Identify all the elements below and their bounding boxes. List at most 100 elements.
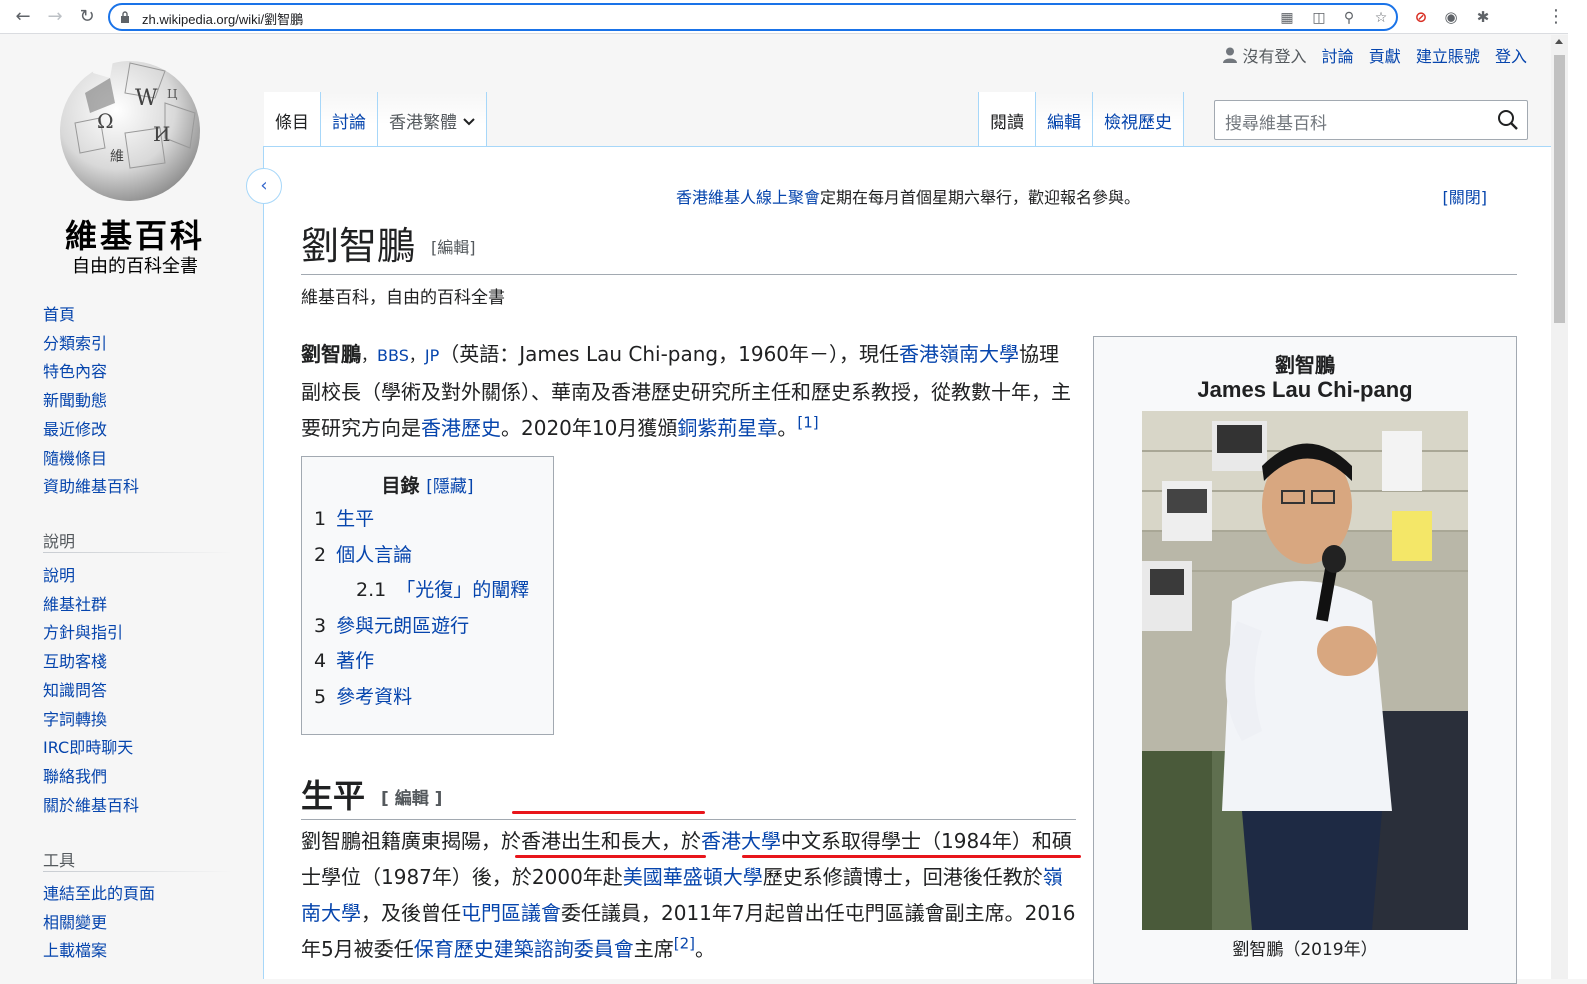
create-account-link[interactable]: 建立賬號 xyxy=(1416,47,1480,66)
toc-item[interactable]: 2.1 「光復」的闡釋 xyxy=(314,573,541,609)
sidebar-item-recent-changes[interactable]: 最近修改 xyxy=(43,416,243,445)
reference-2-link[interactable]: [2] xyxy=(674,934,695,952)
extensions-puzzle-icon[interactable]: ✱ xyxy=(1472,6,1494,28)
lead-paragraph: 劉智鵬，BBS，JP（英語：James Lau Chi-pang，1960年－）… xyxy=(301,336,1076,446)
toc-link[interactable]: 著作 xyxy=(336,650,374,672)
toc-item[interactable]: 3 參與元朗區遊行 xyxy=(314,609,541,645)
toc-item[interactable]: 2 個人言論 xyxy=(314,538,541,574)
sidebar-item-irc[interactable]: IRC即時聊天 xyxy=(43,734,243,763)
sidebar-item-donate[interactable]: 資助維基百科 xyxy=(43,473,243,502)
toc-number: 5 xyxy=(314,685,327,708)
title-edit-link[interactable]: [編輯] xyxy=(431,238,476,257)
translate-icon[interactable]: ◫ xyxy=(1310,9,1328,27)
back-icon[interactable]: ← xyxy=(12,6,34,28)
toc-item[interactable]: 4 著作 xyxy=(314,644,541,680)
url-text: zh.wikipedia.org/wiki/劉智鵬 xyxy=(142,12,304,27)
portrait-photo[interactable] xyxy=(1142,411,1468,930)
sidebar-item-contact[interactable]: 聯絡我們 xyxy=(43,763,243,792)
hk-history-link[interactable]: 香港歷史 xyxy=(421,416,501,440)
vertical-scrollbar[interactable] xyxy=(1551,35,1568,979)
tab-edit[interactable]: 編輯 xyxy=(1036,92,1093,146)
sidebar-item-village-pump[interactable]: 互助客棧 xyxy=(43,648,243,677)
lingnan-university-link[interactable]: 香港嶺南大學 xyxy=(899,342,1019,366)
reload-icon[interactable]: ↻ xyxy=(76,6,98,28)
tab-history[interactable]: 檢視歷史 xyxy=(1093,92,1184,146)
tab-edit-label: 編輯 xyxy=(1047,113,1081,133)
namespace-tabs: 條目 討論 香港繁體 xyxy=(264,92,487,146)
bbs-link[interactable]: BBS xyxy=(377,346,409,365)
scroll-up-arrow-icon[interactable] xyxy=(1555,39,1563,44)
wikipedia-logo[interactable]: W Ω И 維 Ц 維基百科 自由的百科全書 xyxy=(45,53,225,278)
adblock-extension-icon[interactable]: ⊘ xyxy=(1410,6,1432,28)
qr-code-icon[interactable]: ▦ xyxy=(1278,9,1296,27)
chevron-down-icon xyxy=(463,118,475,126)
toc-hide-toggle[interactable]: [隱藏] xyxy=(426,477,473,497)
jp-link[interactable]: JP xyxy=(425,346,439,365)
sidebar-item-policies[interactable]: 方針與指引 xyxy=(43,619,243,648)
tuen-mun-district-council-link[interactable]: 屯門區議會 xyxy=(461,901,561,925)
lead-sep: ， xyxy=(408,346,425,365)
browser-menu-icon[interactable]: ⋮ xyxy=(1545,6,1567,28)
variant-dropdown[interactable]: 香港繁體 xyxy=(378,92,487,146)
globe-extension-icon[interactable]: ◉ xyxy=(1440,6,1462,28)
section-edit-link[interactable]: [ 編輯 ] xyxy=(381,789,442,809)
svg-text:W: W xyxy=(135,86,158,111)
view-tabs: 閱讀 編輯 檢視歷史 xyxy=(978,92,1184,146)
toc-item[interactable]: 5 參考資料 xyxy=(314,680,541,716)
tab-article[interactable]: 條目 xyxy=(264,92,321,146)
address-bar[interactable]: zh.wikipedia.org/wiki/劉智鵬 ▦ ◫ ⚲ ☆ xyxy=(108,3,1398,31)
personal-talk-link[interactable]: 討論 xyxy=(1322,47,1354,66)
bio-text: 歷史系修讀博士，回港後任教於 xyxy=(762,865,1043,889)
tab-read[interactable]: 閱讀 xyxy=(978,92,1036,146)
zoom-icon[interactable]: ⚲ xyxy=(1340,9,1358,27)
toc-link[interactable]: 參考資料 xyxy=(336,686,412,708)
sitenotice-close-button[interactable]: [關閉] xyxy=(1443,184,1488,208)
infobox-name-en: James Lau Chi-pang xyxy=(1197,377,1413,402)
not-logged-in-label: 沒有登入 xyxy=(1242,47,1307,66)
sidebar-item-upload[interactable]: 上載檔案 xyxy=(43,937,243,966)
collapse-sidebar-button[interactable]: ‹ xyxy=(246,168,282,204)
toc-title-text: 目錄 xyxy=(381,475,420,497)
sidebar-item-conversion[interactable]: 字詞轉換 xyxy=(43,706,243,735)
search-icon[interactable] xyxy=(1497,109,1519,131)
toc-link[interactable]: 「光復」的闡釋 xyxy=(396,579,529,601)
contributions-link[interactable]: 貢獻 xyxy=(1369,47,1401,66)
page-title: 劉智鵬 [編輯] xyxy=(301,215,1517,275)
bio-text: 。 xyxy=(694,937,715,961)
biography-paragraph: 劉智鵬祖籍廣東揭陽，於香港出生和長大，於香港大學中文系取得學士（1984年）和碩… xyxy=(301,823,1076,967)
sitenotice-link[interactable]: 香港維基人線上聚會 xyxy=(676,188,820,207)
toc-link[interactable]: 參與元朗區遊行 xyxy=(336,615,469,637)
sidebar-item-random[interactable]: 隨機條目 xyxy=(43,445,243,474)
sidebar-item-main-page[interactable]: 首頁 xyxy=(43,301,243,330)
sidebar-item-reference-desk[interactable]: 知識問答 xyxy=(43,677,243,706)
sidebar-item-categories[interactable]: 分類索引 xyxy=(43,330,243,359)
toc-item[interactable]: 1 生平 xyxy=(314,502,541,538)
sidebar-item-about[interactable]: 關於維基百科 xyxy=(43,792,243,821)
search-placeholder: 搜尋維基百科 xyxy=(1225,114,1327,134)
bookmark-star-icon[interactable]: ☆ xyxy=(1372,9,1390,27)
hku-link[interactable]: 香港大學 xyxy=(701,829,781,853)
tab-talk[interactable]: 討論 xyxy=(321,92,378,146)
site-tagline: 維基百科，自由的百科全書 xyxy=(301,288,505,308)
antiquities-advisory-board-link[interactable]: 保育歷史建築諮詢委員會 xyxy=(414,937,634,961)
browser-toolbar: ← → ↻ zh.wikipedia.org/wiki/劉智鵬 ▦ ◫ ⚲ ☆ … xyxy=(0,0,1587,34)
sitenotice-text: 定期在每月首個星期六舉行，歡迎報名參與。 xyxy=(820,188,1141,207)
toc-link[interactable]: 生平 xyxy=(336,508,374,530)
svg-text:Ω: Ω xyxy=(97,109,114,133)
sidebar-item-what-links-here[interactable]: 連結至此的頁面 xyxy=(43,880,243,909)
tab-history-label: 檢視歷史 xyxy=(1104,113,1172,133)
sidebar-item-related-changes[interactable]: 相關變更 xyxy=(43,909,243,938)
sidebar-item-help[interactable]: 說明 xyxy=(43,562,243,591)
reference-1-link[interactable]: [1] xyxy=(797,413,818,431)
scrollbar-thumb[interactable] xyxy=(1554,55,1565,323)
toc-link[interactable]: 個人言論 xyxy=(336,544,412,566)
forward-icon[interactable]: → xyxy=(44,6,66,28)
login-link[interactable]: 登入 xyxy=(1495,47,1527,66)
sidebar-item-featured[interactable]: 特色內容 xyxy=(43,358,243,387)
sidebar-item-community[interactable]: 維基社群 xyxy=(43,591,243,620)
search-input[interactable]: 搜尋維基百科 xyxy=(1214,100,1528,140)
university-of-washington-link[interactable]: 美國華盛頓大學 xyxy=(623,865,763,889)
sidebar-item-news[interactable]: 新聞動態 xyxy=(43,387,243,416)
bronze-bauhinia-star-link[interactable]: 銅紫荊星章 xyxy=(677,416,777,440)
wikipedia-globe-icon: W Ω И 維 Ц xyxy=(60,58,200,201)
